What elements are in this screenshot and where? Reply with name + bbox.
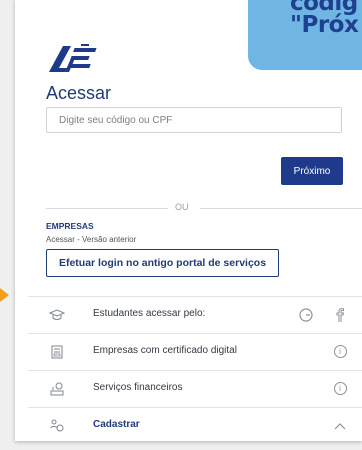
row-students[interactable]: Estudantes acessar pelo:	[28, 296, 362, 333]
info-icon[interactable]: i	[332, 381, 348, 397]
ciee-logo	[49, 44, 97, 72]
divider-line-left	[46, 208, 168, 209]
facebook-icon[interactable]	[332, 307, 348, 323]
tooltip-line-2: "Próx	[290, 12, 359, 38]
page-title: Acessar	[46, 83, 112, 103]
empresas-sublabel: Acessar - Versão anterior	[46, 235, 137, 244]
graduation-cap-icon	[48, 307, 66, 323]
divider-text: OU	[175, 202, 189, 212]
row-digital-certificate[interactable]: Empresas com certificado digital i	[28, 333, 362, 370]
old-portal-login-button[interactable]: Efetuar login no antigo portal de serviç…	[46, 249, 279, 277]
row-financial-services[interactable]: Serviços financeiros i	[28, 370, 362, 407]
register-icon	[49, 418, 65, 434]
divider-line-right	[200, 208, 362, 209]
row-label: Cadastrar	[93, 419, 140, 430]
finance-icon	[49, 381, 65, 397]
user-code-input[interactable]	[46, 107, 342, 133]
info-icon[interactable]: i	[332, 344, 348, 360]
row-label: Estudantes acessar pelo:	[93, 308, 206, 319]
certificate-icon	[49, 344, 65, 360]
tooltip-text: códig "Próx	[290, 0, 359, 38]
google-icon[interactable]	[298, 307, 314, 323]
row-label: Serviços financeiros	[93, 382, 183, 393]
row-register[interactable]: Cadastrar	[28, 407, 362, 444]
pointer-arrow	[0, 288, 9, 302]
empresas-label: EMPRESAS	[46, 221, 94, 231]
row-label: Empresas com certificado digital	[93, 345, 237, 356]
chevron-up-icon[interactable]	[332, 418, 348, 434]
next-button[interactable]: Próximo	[281, 157, 343, 185]
